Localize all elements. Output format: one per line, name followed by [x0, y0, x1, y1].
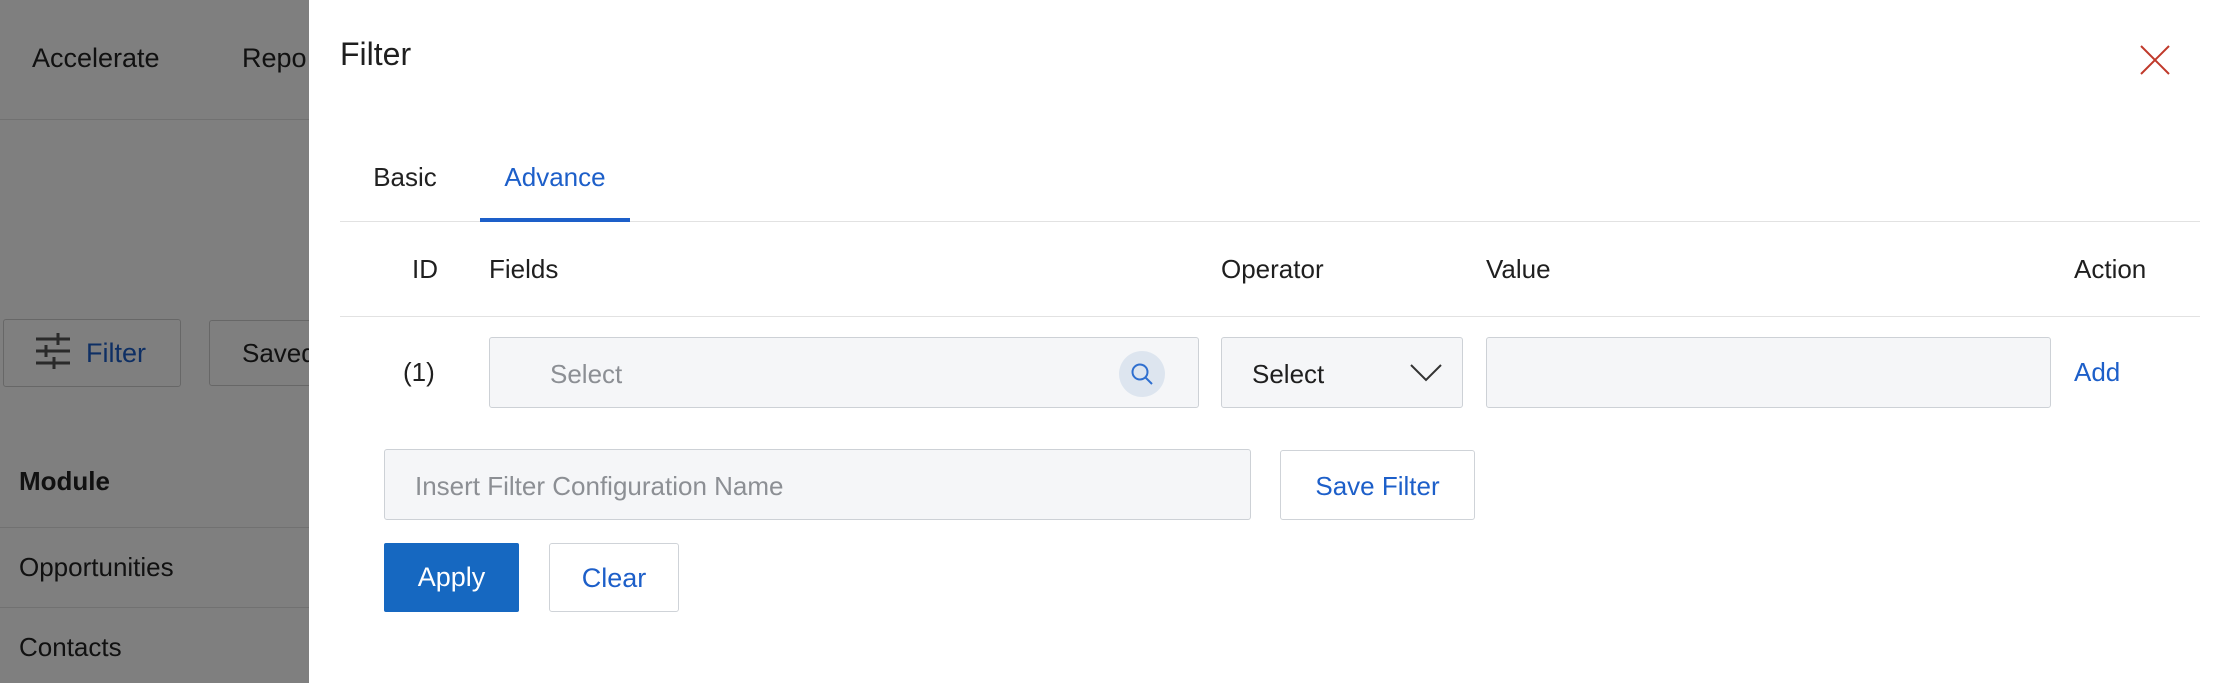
column-header-action: Action: [2074, 254, 2147, 284]
filter-drawer: Filter Basic Advance ID Fields Operator …: [309, 0, 2220, 683]
clear-button[interactable]: Clear: [549, 543, 679, 612]
operator-value: Select: [1252, 359, 1325, 389]
column-header-operator: Operator: [1221, 254, 1324, 284]
close-button[interactable]: [2135, 40, 2175, 80]
field-placeholder: Select: [550, 359, 623, 389]
filter-table-header: ID Fields Operator Value Action: [340, 222, 2200, 317]
config-name-placeholder: Insert Filter Configuration Name: [415, 471, 784, 501]
add-row-link[interactable]: Add: [2074, 357, 2120, 388]
save-filter-button[interactable]: Save Filter: [1280, 450, 1475, 520]
row-id: (1): [403, 357, 435, 387]
column-header-value: Value: [1486, 254, 1551, 284]
tab-basic[interactable]: Basic: [340, 140, 470, 222]
value-input[interactable]: [1486, 337, 2051, 408]
field-select-input[interactable]: Select: [489, 337, 1199, 408]
operator-select[interactable]: Select: [1221, 337, 1463, 408]
tab-advance[interactable]: Advance: [480, 140, 630, 222]
filter-tabs: Basic Advance: [340, 140, 2200, 222]
filter-config-name-input[interactable]: Insert Filter Configuration Name: [384, 449, 1251, 520]
apply-button[interactable]: Apply: [384, 543, 519, 612]
column-header-id: ID: [412, 254, 438, 284]
close-icon: [2135, 45, 2175, 84]
drawer-title: Filter: [340, 36, 412, 72]
field-search-button[interactable]: [1119, 351, 1165, 397]
column-header-fields: Fields: [489, 254, 559, 284]
